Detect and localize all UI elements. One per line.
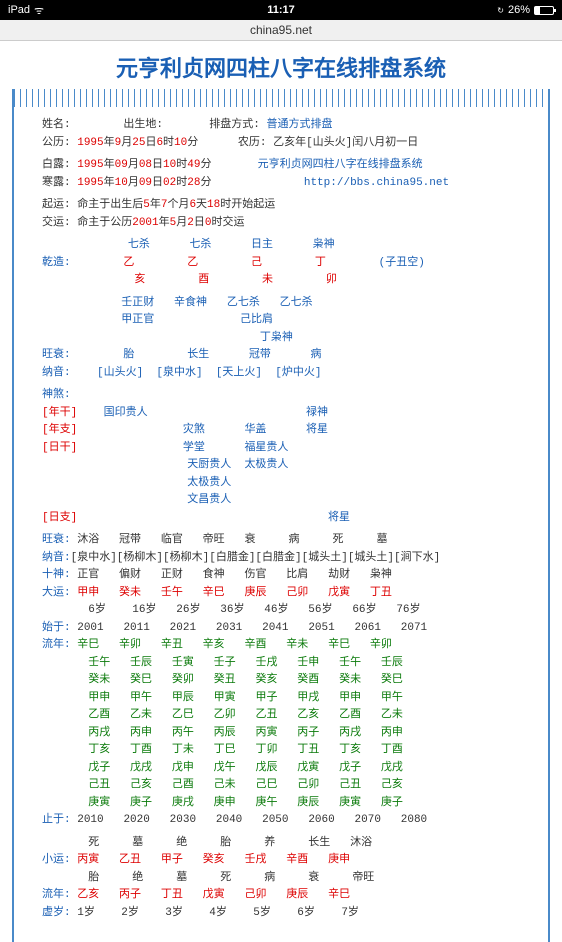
born-label: 出生地:: [123, 119, 163, 131]
page-title: 元亨利贞网四柱八字在线排盘系统: [0, 41, 562, 89]
battery-pct: 26%: [508, 4, 530, 16]
pai-val: 普通方式排盘: [266, 119, 332, 131]
device-label: iPad: [8, 4, 30, 16]
url-bar[interactable]: china95.net: [0, 20, 562, 41]
decorative-border: [12, 89, 550, 107]
ipad-status-bar: iPad ᯤ 11:17 ↻ 26%: [0, 0, 562, 20]
pai-label: 排盘方式:: [209, 119, 260, 131]
wifi-icon: ᯤ: [34, 3, 44, 18]
liunian-grid: 流年: 辛巳 辛卯 辛丑 辛亥 辛酉 辛未 辛巳 辛卯 壬午 壬辰 壬寅 壬子 …: [42, 637, 520, 811]
status-time: 11:17: [267, 4, 295, 16]
battery-icon: [534, 6, 554, 15]
name-label: 姓名:: [42, 119, 71, 131]
bazi-content: 姓名: 出生地: 排盘方式: 普通方式排盘 公历: 1995年9月25日6时10…: [12, 107, 550, 942]
